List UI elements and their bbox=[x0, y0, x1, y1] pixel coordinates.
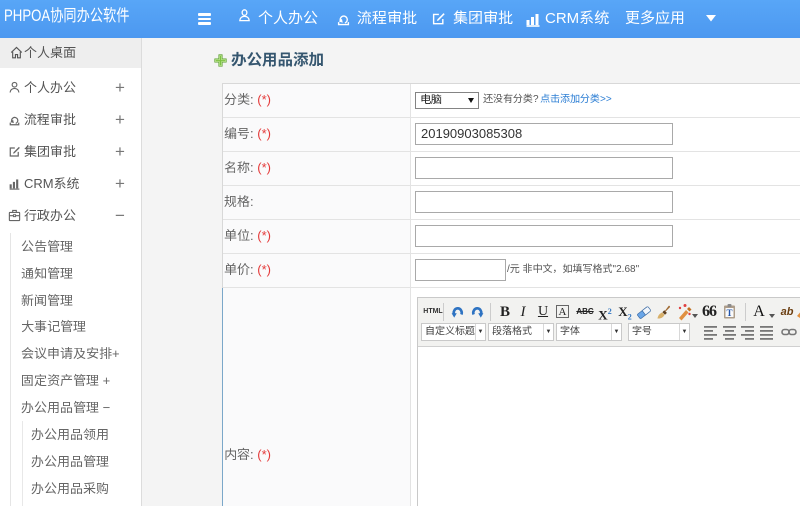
svg-text:T: T bbox=[726, 308, 732, 318]
